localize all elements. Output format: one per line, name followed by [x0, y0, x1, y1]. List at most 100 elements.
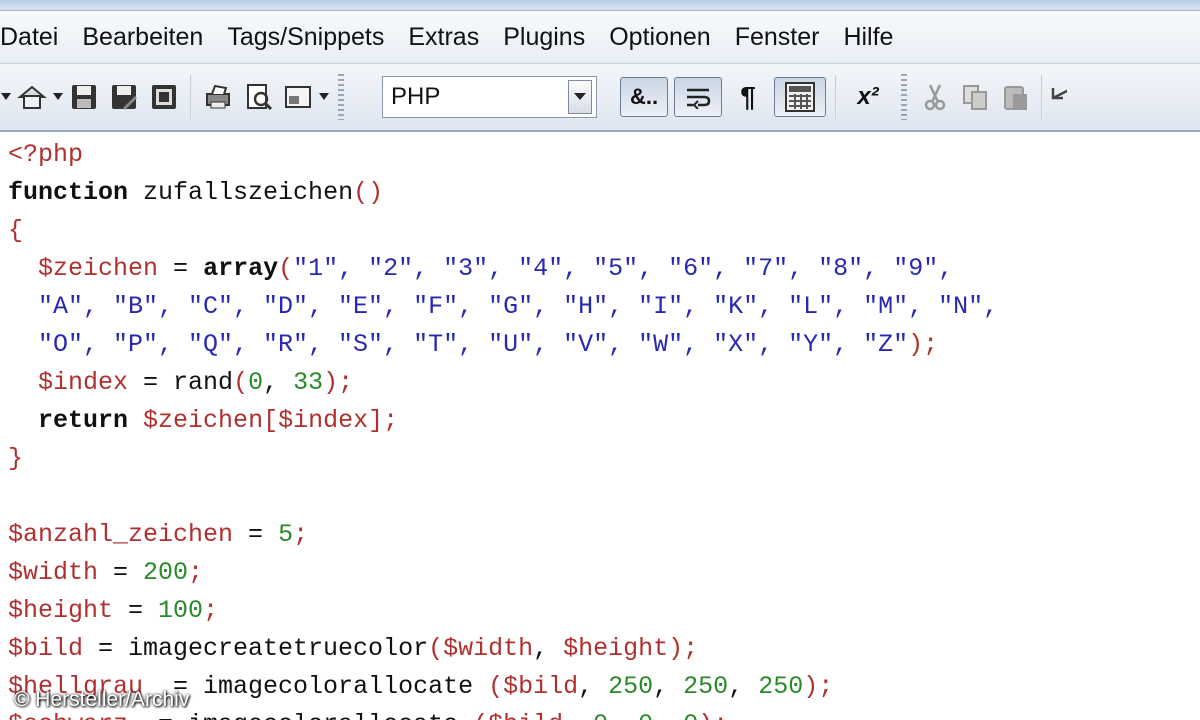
- code-line[interactable]: $zeichen = array("1", "2", "3", "4", "5"…: [8, 250, 953, 288]
- language-select-arrow[interactable]: [568, 80, 592, 114]
- code-token: (: [428, 634, 444, 663]
- code-token: );: [668, 634, 699, 663]
- code-token: [: [263, 406, 279, 435]
- save-button[interactable]: [67, 77, 101, 117]
- code-line[interactable]: "A", "B", "C", "D", "E", "F", "G", "H", …: [8, 288, 998, 326]
- toolbar-separator: [835, 75, 837, 119]
- superscript-button[interactable]: x²: [846, 77, 890, 117]
- code-token: 250: [683, 672, 729, 701]
- code-token: );: [908, 330, 939, 359]
- menu-tags-snippets[interactable]: Tags/Snippets: [215, 23, 396, 52]
- wordwrap-toggle-button[interactable]: [674, 77, 722, 117]
- preview-icon: [247, 84, 273, 111]
- save-as-button[interactable]: [107, 77, 141, 117]
- code-token: $index: [38, 368, 129, 397]
- code-token: 33: [293, 368, 324, 397]
- save-icon: [72, 85, 96, 109]
- code-token: (): [353, 178, 384, 207]
- code-token: = imagecolorallocate: [143, 672, 489, 701]
- code-line[interactable]: $bild = imagecreatetruecolor($width, $he…: [8, 630, 698, 668]
- code-token: =: [113, 596, 159, 625]
- code-line[interactable]: function zufallszeichen(): [8, 174, 383, 212]
- chevron-down-icon: [574, 93, 586, 100]
- toolbar-grip[interactable]: [901, 74, 907, 120]
- preview-button[interactable]: [241, 77, 275, 117]
- code-token: ,: [533, 634, 564, 663]
- code-token: $zeichen: [143, 406, 264, 435]
- code-token: ,: [728, 672, 759, 701]
- code-token: $index: [278, 406, 369, 435]
- wordwrap-icon: [687, 88, 711, 109]
- undo-button[interactable]: [1049, 77, 1067, 117]
- toolbar-separator: [1041, 75, 1043, 119]
- code-token: =: [158, 254, 204, 283]
- cut-icon: [924, 84, 946, 111]
- home-dropdown-arrow[interactable]: [52, 77, 64, 117]
- menu-fenster[interactable]: Fenster: [723, 23, 832, 52]
- browser-dropdown-arrow[interactable]: [318, 77, 330, 117]
- entity-toggle-button[interactable]: &..: [620, 77, 668, 117]
- menu-datei[interactable]: Datei: [0, 23, 70, 52]
- code-token: ;: [203, 596, 219, 625]
- copy-button[interactable]: [958, 77, 992, 117]
- menu-hilfe[interactable]: Hilfe: [831, 23, 905, 52]
- menu-extras[interactable]: Extras: [396, 23, 491, 52]
- code-token: 250: [758, 672, 804, 701]
- paste-button[interactable]: [998, 77, 1032, 117]
- code-token: $width: [8, 558, 99, 587]
- code-token: 0: [683, 710, 698, 720]
- print-icon: [206, 84, 230, 109]
- code-line[interactable]: }: [8, 440, 23, 478]
- save-as-icon: [112, 85, 137, 110]
- code-token: function: [8, 178, 129, 207]
- menu-plugins[interactable]: Plugins: [491, 23, 597, 52]
- code-token: ,: [653, 710, 683, 720]
- code-line[interactable]: {: [8, 212, 23, 250]
- code-token: }: [8, 444, 24, 473]
- browser-preview-button[interactable]: [281, 77, 315, 117]
- code-line[interactable]: return $zeichen[$index];: [8, 402, 398, 440]
- code-line[interactable]: <?php: [8, 136, 83, 174]
- code-token: return: [38, 406, 129, 435]
- code-token: $bild: [503, 672, 579, 701]
- code-token: =: [233, 520, 279, 549]
- code-token: "A", "B", "C", "D", "E", "F", "G", "H", …: [8, 292, 999, 321]
- code-token: (: [488, 672, 504, 701]
- table-icon: [785, 82, 815, 112]
- code-line[interactable]: $height = 100;: [8, 592, 218, 630]
- cut-button[interactable]: [918, 77, 952, 117]
- show-invisibles-button[interactable]: ¶: [728, 77, 768, 117]
- home-button[interactable]: [15, 77, 49, 117]
- code-editor[interactable]: <?php function zufallszeichen() { $zeichen…: [0, 132, 1200, 720]
- code-token: zufallszeichen: [128, 178, 354, 207]
- new-dropdown-arrow[interactable]: [0, 77, 12, 117]
- main-toolbar: PHP &.. ¶ x²: [0, 64, 1200, 132]
- paste-icon: [1004, 86, 1027, 110]
- save-all-button[interactable]: [147, 77, 181, 117]
- chevron-down-icon: [1, 93, 11, 100]
- code-token: 100: [158, 596, 204, 625]
- print-button[interactable]: [201, 77, 235, 117]
- toolbar-grip[interactable]: [338, 74, 344, 120]
- code-token: {: [8, 216, 24, 245]
- code-line[interactable]: $width = 200;: [8, 554, 203, 592]
- code-token: ,: [578, 672, 609, 701]
- menu-bearbeiten[interactable]: Bearbeiten: [70, 23, 215, 52]
- menu-optionen[interactable]: Optionen: [597, 23, 722, 52]
- code-token: array: [203, 254, 279, 283]
- code-token: 0: [593, 710, 608, 720]
- window-title-bar: [0, 0, 1200, 11]
- code-line[interactable]: $index = rand(0, 33);: [8, 364, 353, 402]
- code-line[interactable]: $anzahl_zeichen = 5;: [8, 516, 308, 554]
- code-token: ,: [263, 368, 294, 397]
- menu-bar: Datei Bearbeiten Tags/Snippets Extras Pl…: [0, 11, 1200, 64]
- code-token: $width: [443, 634, 534, 663]
- language-select[interactable]: PHP: [382, 76, 597, 118]
- code-line[interactable]: "O", "P", "Q", "R", "S", "T", "U", "V", …: [8, 326, 938, 364]
- code-token: $height: [563, 634, 669, 663]
- table-toggle-button[interactable]: [774, 77, 826, 117]
- code-token: 0: [638, 710, 653, 720]
